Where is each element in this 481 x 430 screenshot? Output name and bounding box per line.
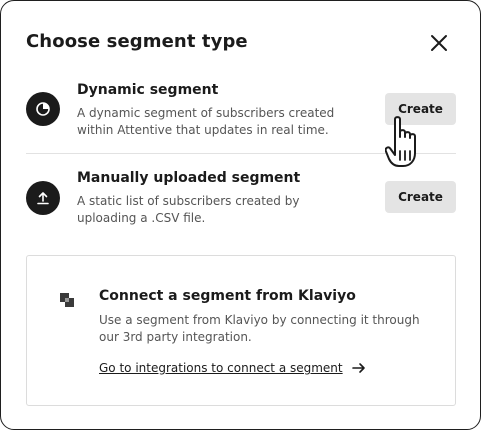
close-button[interactable] [427, 31, 451, 55]
klaviyo-description: Use a segment from Klaviyo by connecting… [99, 313, 420, 344]
create-dynamic-segment-button[interactable]: Create [385, 93, 456, 125]
arrow-right-icon[interactable] [351, 360, 367, 376]
create-manual-segment-button[interactable]: Create [385, 181, 456, 213]
manual-segment-description: A static list of subscribers created by … [77, 194, 300, 225]
segment-type-dialog: Choose segment type Dynamic segment A dy… [0, 0, 481, 430]
integrations-link-label[interactable]: Go to integrations to connect a segment [99, 361, 343, 375]
pie-chart-icon [26, 92, 60, 126]
klaviyo-title: Connect a segment from Klaviyo [99, 288, 356, 304]
dynamic-segment-title: Dynamic segment [77, 82, 219, 98]
klaviyo-logo-icon [60, 293, 74, 307]
upload-icon [26, 181, 60, 215]
manual-segment-title: Manually uploaded segment [77, 170, 301, 186]
dialog-title: Choose segment type [26, 31, 248, 52]
integrations-link[interactable]: Go to integrations to connect a segment [99, 360, 367, 376]
klaviyo-connect-card: Connect a segment from Klaviyo Use a seg… [26, 255, 456, 406]
divider [26, 153, 456, 154]
dynamic-segment-description: A dynamic segment of subscribers created… [77, 106, 335, 137]
close-icon [431, 35, 447, 51]
